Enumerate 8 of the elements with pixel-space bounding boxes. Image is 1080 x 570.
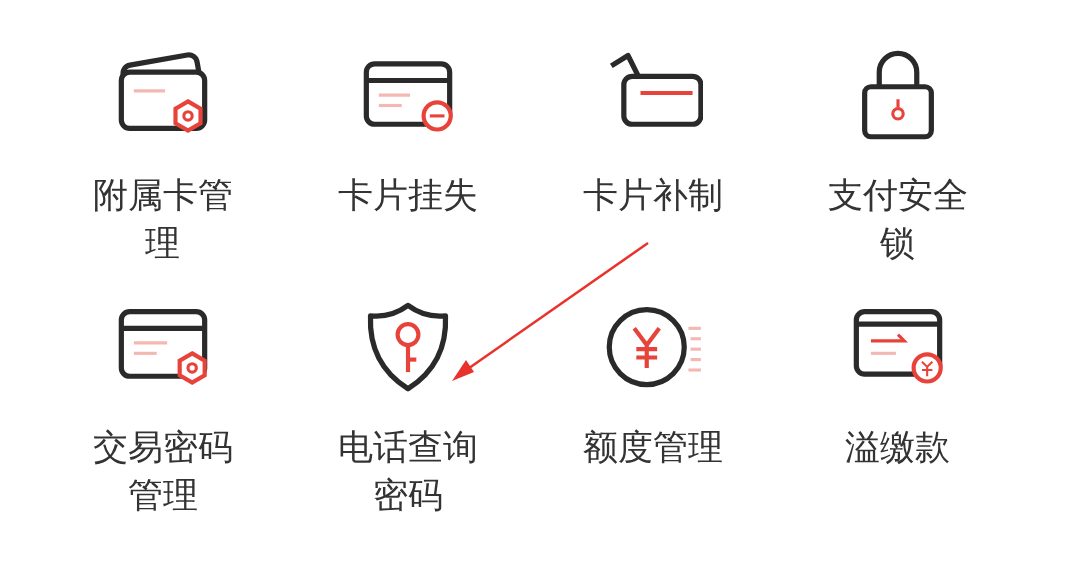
menu-label[interactable]: 附属卡管理 bbox=[86, 171, 239, 267]
menu-label[interactable]: 额度管理 bbox=[576, 423, 729, 471]
menu-label[interactable]: 卡片补制 bbox=[576, 171, 729, 219]
menu-label[interactable]: 交易密码管理 bbox=[86, 423, 239, 519]
menu-label[interactable]: 溢缴款 bbox=[821, 423, 974, 471]
menu-label[interactable]: 支付安全锁 bbox=[821, 171, 974, 267]
menu-label[interactable]: 卡片挂失 bbox=[331, 171, 484, 219]
menu-label[interactable]: 电话查询密码 bbox=[331, 423, 484, 519]
